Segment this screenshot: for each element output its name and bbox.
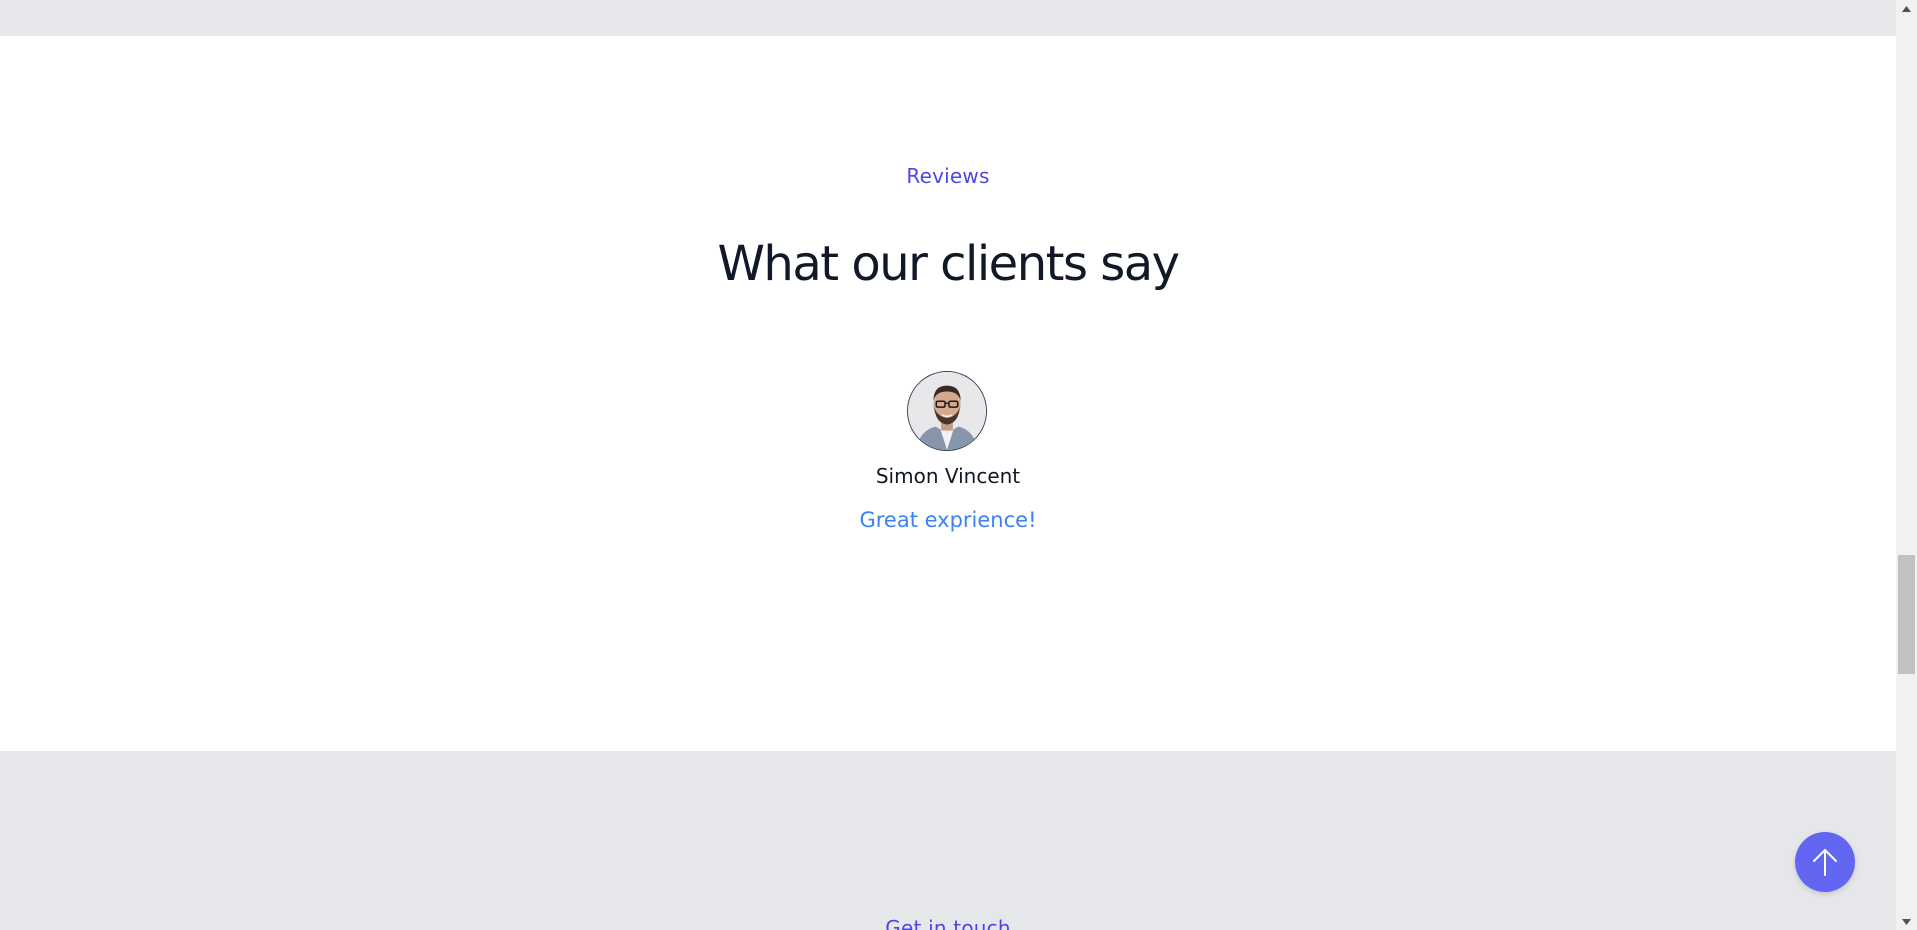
scroll-to-top-button[interactable] — [1795, 832, 1855, 892]
scroll-up-arrow-icon[interactable] — [1896, 0, 1917, 17]
avatar — [907, 371, 987, 451]
reviewer-name: Simon Vincent — [875, 464, 1021, 488]
previous-section-band — [0, 0, 1896, 36]
review-quote: Great exprience! — [859, 508, 1037, 532]
reviews-title: What our clients say — [717, 236, 1180, 292]
avatar-photo — [908, 372, 986, 450]
scrollbar-thumb[interactable] — [1898, 555, 1915, 674]
vertical-scrollbar[interactable] — [1896, 0, 1917, 930]
arrow-up-icon — [1813, 849, 1837, 876]
contact-eyebrow: Get in touch — [885, 916, 1011, 930]
contact-section — [0, 751, 1896, 930]
scroll-down-arrow-icon[interactable] — [1896, 913, 1917, 930]
reviews-eyebrow: Reviews — [906, 164, 990, 188]
page: Reviews What our clients say Simon Vince… — [0, 0, 1917, 930]
viewport: Reviews What our clients say Simon Vince… — [0, 0, 1896, 930]
